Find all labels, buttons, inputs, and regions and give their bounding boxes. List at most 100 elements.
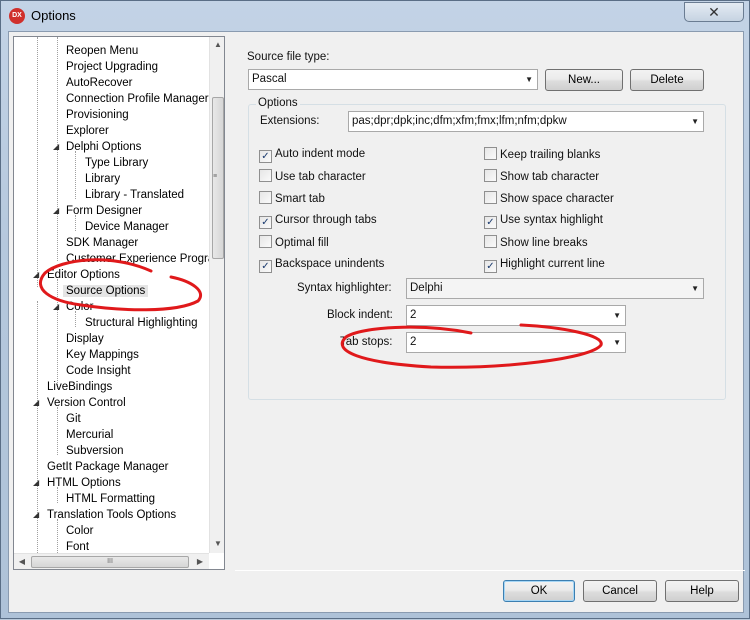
checkbox-label: Backspace unindents xyxy=(275,258,385,270)
scroll-up-icon[interactable]: ▲ xyxy=(210,37,224,53)
expand-arrow-icon[interactable]: ◢ xyxy=(33,398,42,407)
tree-vertical-scrollbar[interactable]: ▲ ≡ ▼ xyxy=(209,37,224,553)
use-tab-character-checkbox[interactable]: Use tab character xyxy=(259,169,366,185)
tree-item-label: Form Designer xyxy=(66,205,143,217)
tree-item-key-mappings[interactable]: Key Mappings xyxy=(66,347,139,363)
auto-indent-mode-checkbox[interactable]: ✓ Auto indent mode xyxy=(259,147,365,163)
use-syntax-highlight-checkbox[interactable]: ✓ Use syntax highlight xyxy=(484,213,603,229)
checkbox-unchecked-icon xyxy=(259,191,272,204)
show-space-character-checkbox[interactable]: Show space character xyxy=(484,191,614,207)
help-button[interactable]: Help xyxy=(665,580,739,602)
tree-item-display[interactable]: Display xyxy=(66,331,104,347)
tree-item-label: Editor Options xyxy=(47,269,120,281)
tree-item-label: SDK Manager xyxy=(66,237,139,249)
ok-button[interactable]: OK xyxy=(503,580,575,602)
show-tab-character-checkbox[interactable]: Show tab character xyxy=(484,169,599,185)
tree-item-source-options[interactable]: Source Options xyxy=(63,283,149,299)
checkbox-unchecked-icon xyxy=(484,169,497,182)
app-logo-icon: DX xyxy=(9,8,25,24)
smart-tab-checkbox[interactable]: Smart tab xyxy=(259,191,325,207)
dialog-client-area: Reopen Menu Project Upgrading AutoRecove… xyxy=(8,31,745,613)
backspace-unindents-checkbox[interactable]: ✓ Backspace unindents xyxy=(259,257,384,273)
options-tree[interactable]: Reopen Menu Project Upgrading AutoRecove… xyxy=(13,36,225,570)
tree-item-autorecover[interactable]: AutoRecover xyxy=(66,75,132,91)
tree-item-livebindings[interactable]: LiveBindings xyxy=(47,379,112,395)
chevron-down-icon: ▼ xyxy=(613,311,621,320)
tree-item-label: Git xyxy=(66,413,81,425)
show-line-breaks-checkbox[interactable]: Show line breaks xyxy=(484,235,588,251)
cursor-through-tabs-checkbox[interactable]: ✓ Cursor through tabs xyxy=(259,213,377,229)
chevron-down-icon: ▼ xyxy=(691,117,699,126)
tree-horizontal-scrollbar[interactable]: ◀ III ▶ xyxy=(14,553,209,569)
horizontal-scroll-thumb[interactable]: III xyxy=(31,556,189,568)
syntax-highlighter-label: Syntax highlighter: xyxy=(297,282,392,294)
tree-item-delphi-options[interactable]: Delphi Options xyxy=(66,139,141,155)
highlight-current-line-checkbox[interactable]: ✓ Highlight current line xyxy=(484,257,605,273)
tree-item-reopen-menu[interactable]: Reopen Menu xyxy=(66,43,138,59)
tab-stops-select[interactable]: 2 ▼ xyxy=(406,332,626,353)
block-indent-select[interactable]: 2 ▼ xyxy=(406,305,626,326)
tree-item-getit-package-manager[interactable]: GetIt Package Manager xyxy=(47,459,168,475)
tree-item-library-translated[interactable]: Library - Translated xyxy=(85,187,184,203)
scroll-left-icon[interactable]: ◀ xyxy=(14,554,30,569)
scroll-down-icon[interactable]: ▼ xyxy=(210,536,224,552)
syntax-highlighter-select[interactable]: Delphi ▼ xyxy=(406,278,704,299)
tree-guide-line xyxy=(57,279,58,389)
new-button[interactable]: New... xyxy=(545,69,623,91)
block-indent-label: Block indent: xyxy=(327,309,393,321)
scroll-right-icon[interactable]: ▶ xyxy=(192,554,208,569)
tree-item-label: Library xyxy=(85,173,121,185)
chevron-down-icon: ▼ xyxy=(525,75,533,84)
checkbox-unchecked-icon xyxy=(484,147,497,160)
tree-item-customer-experience-program[interactable]: Customer Experience Program xyxy=(66,251,224,267)
tree-item-code-insight[interactable]: Code Insight xyxy=(66,363,131,379)
expand-arrow-icon[interactable]: ◢ xyxy=(33,270,42,279)
chevron-down-icon: ▼ xyxy=(691,284,699,293)
tree-item-form-designer[interactable]: Form Designer xyxy=(66,203,142,219)
tree-item-git[interactable]: Git xyxy=(66,411,81,427)
tree-item-color[interactable]: Color xyxy=(66,299,93,315)
tree-item-label: Version Control xyxy=(47,397,126,409)
tree-item-label: GetIt Package Manager xyxy=(47,461,169,473)
tree-item-provisioning[interactable]: Provisioning xyxy=(66,107,129,123)
tree-item-html-options[interactable]: HTML Options xyxy=(47,475,121,491)
tree-item-translation-tools-options[interactable]: Translation Tools Options xyxy=(47,507,176,523)
tree-item-html-formatting[interactable]: HTML Formatting xyxy=(66,491,155,507)
expand-arrow-icon[interactable]: ◢ xyxy=(53,302,62,311)
tree-item-version-control[interactable]: Version Control xyxy=(47,395,126,411)
extensions-input[interactable]: pas;dpr;dpk;inc;dfm;xfm;fmx;lfm;nfm;dpkw… xyxy=(348,111,704,132)
tree-guide-line xyxy=(75,151,76,199)
window-title: Options xyxy=(31,8,76,23)
tree-item-subversion[interactable]: Subversion xyxy=(66,443,124,459)
tree-item-sdk-manager[interactable]: SDK Manager xyxy=(66,235,138,251)
optimal-fill-checkbox[interactable]: Optimal fill xyxy=(259,235,329,251)
tree-item-translation-color[interactable]: Color xyxy=(66,523,93,539)
tree-item-explorer[interactable]: Explorer xyxy=(66,123,109,139)
checkbox-checked-icon: ✓ xyxy=(484,216,497,229)
close-button[interactable]: ✕ xyxy=(684,2,744,22)
expand-arrow-icon[interactable]: ◢ xyxy=(53,206,62,215)
tab-stops-label: Tab stops: xyxy=(340,336,393,348)
checkbox-label: Keep trailing blanks xyxy=(500,149,601,161)
chevron-down-icon: ▼ xyxy=(613,338,621,347)
tree-item-label: Translation Tools Options xyxy=(47,509,177,521)
checkbox-label: Show line breaks xyxy=(500,237,588,249)
title-bar[interactable]: DX Options ✕ xyxy=(1,1,749,31)
expand-arrow-icon[interactable]: ◢ xyxy=(33,510,42,519)
keep-trailing-blanks-checkbox[interactable]: Keep trailing blanks xyxy=(484,147,600,163)
tree-item-mercurial[interactable]: Mercurial xyxy=(66,427,113,443)
tree-item-type-library[interactable]: Type Library xyxy=(85,155,148,171)
checkbox-unchecked-icon xyxy=(259,235,272,248)
tree-item-structural-highlighting[interactable]: Structural Highlighting xyxy=(85,315,198,331)
cancel-button[interactable]: Cancel xyxy=(583,580,657,602)
expand-arrow-icon[interactable]: ◢ xyxy=(33,478,42,487)
source-file-type-select[interactable]: Pascal ▼ xyxy=(248,69,538,90)
tree-item-project-upgrading[interactable]: Project Upgrading xyxy=(66,59,158,75)
delete-button[interactable]: Delete xyxy=(630,69,704,91)
tree-item-editor-options[interactable]: Editor Options xyxy=(47,267,120,283)
tree-item-connection-profile-manager[interactable]: Connection Profile Manager xyxy=(66,91,209,107)
tree-item-device-manager[interactable]: Device Manager xyxy=(85,219,169,235)
checkbox-label: Use syntax highlight xyxy=(500,214,603,226)
expand-arrow-icon[interactable]: ◢ xyxy=(53,142,62,151)
tree-item-library[interactable]: Library xyxy=(85,171,120,187)
